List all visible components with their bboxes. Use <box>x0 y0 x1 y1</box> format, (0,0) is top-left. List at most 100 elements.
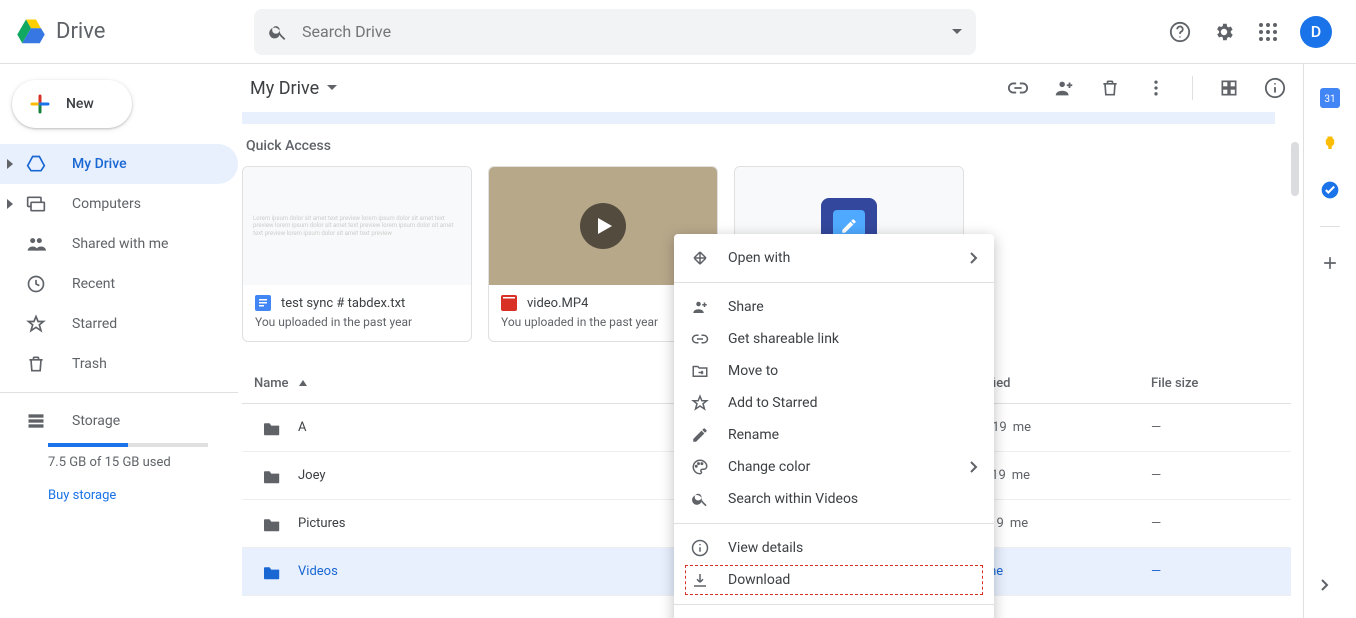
file-size: — <box>1151 516 1291 531</box>
col-name-header[interactable]: Name <box>242 376 741 391</box>
ctx-download[interactable]: Download <box>684 564 984 596</box>
file-size: — <box>1151 564 1291 579</box>
ctx-remove[interactable]: Remove <box>674 613 994 618</box>
file-name: Pictures <box>298 516 345 531</box>
star-icon <box>26 314 46 334</box>
link-icon <box>690 329 710 349</box>
play-icon <box>580 203 626 249</box>
nav-trash[interactable]: Trash <box>0 344 238 384</box>
ctx-search-within[interactable]: Search within Videos <box>674 483 994 515</box>
storage-icon <box>26 411 46 431</box>
folder-icon <box>262 420 282 436</box>
file-name: Joey <box>298 468 326 483</box>
nav-label: Recent <box>72 276 115 292</box>
col-size-header[interactable]: File size <box>1151 376 1291 391</box>
scrollbar[interactable] <box>1291 142 1299 196</box>
settings-icon[interactable] <box>1212 20 1236 44</box>
ctx-view-details[interactable]: View details <box>674 532 994 564</box>
move-to-icon <box>690 361 710 381</box>
file-name: video.MP4 <box>527 296 588 311</box>
more-icon[interactable] <box>1144 76 1168 100</box>
search-dropdown-icon[interactable] <box>952 27 962 37</box>
storage-used-text: 7.5 GB of 15 GB used <box>0 455 238 470</box>
video-file-icon <box>501 295 517 311</box>
nav-storage[interactable]: Storage <box>26 411 218 431</box>
nav-label: Computers <box>72 196 141 212</box>
palette-icon <box>690 457 710 477</box>
ctx-move-to[interactable]: Move to <box>674 355 994 387</box>
nav-label: Shared with me <box>72 236 168 252</box>
new-button[interactable]: New <box>12 80 132 128</box>
header: Drive D <box>0 0 1356 64</box>
nav-my-drive[interactable]: My Drive <box>0 144 238 184</box>
breadcrumb-label: My Drive <box>250 78 319 99</box>
search-input[interactable] <box>302 22 952 41</box>
drive-logo-icon <box>16 17 46 47</box>
computers-icon <box>26 194 46 214</box>
toolbar: My Drive <box>238 64 1303 112</box>
avatar[interactable]: D <box>1300 16 1332 48</box>
share-person-icon[interactable] <box>1052 76 1076 100</box>
ctx-open-with[interactable]: Open with <box>674 242 994 274</box>
nav-recent[interactable]: Recent <box>0 264 238 304</box>
file-name: test sync # tabdex.txt <box>281 296 405 311</box>
ctx-get-link[interactable]: Get shareable link <box>674 323 994 355</box>
link-icon[interactable] <box>1006 76 1030 100</box>
nav-label: My Drive <box>72 156 127 172</box>
folder-icon <box>262 516 282 532</box>
drive-icon <box>26 154 46 174</box>
rename-icon <box>690 425 710 445</box>
new-button-label: New <box>66 96 94 112</box>
chevron-right-icon <box>970 461 978 473</box>
quick-access-title: Quick Access <box>246 138 1291 154</box>
storage-bar <box>48 443 208 447</box>
caret-icon[interactable] <box>6 159 16 169</box>
file-subtitle: You uploaded in the past year <box>243 315 471 341</box>
info-icon[interactable] <box>1263 76 1287 100</box>
ctx-change-color[interactable]: Change color <box>674 451 994 483</box>
info-icon <box>690 538 710 558</box>
nav-starred[interactable]: Starred <box>0 304 238 344</box>
sort-asc-icon <box>297 378 309 390</box>
app-title: Drive <box>56 19 105 44</box>
storage-section: Storage <box>0 401 238 431</box>
search-icon <box>690 489 710 509</box>
keep-icon[interactable] <box>1320 134 1340 154</box>
nav-label: Trash <box>72 356 107 372</box>
file-size: — <box>1151 420 1291 435</box>
trash-icon <box>26 354 46 374</box>
add-panel-icon[interactable] <box>1320 253 1340 273</box>
quick-access-card[interactable]: Lorem ipsum dolor sit amet text preview … <box>242 166 472 342</box>
svg-text:31: 31 <box>1324 94 1335 105</box>
search-icon <box>268 22 288 42</box>
open-with-icon <box>690 248 710 268</box>
chevron-right-icon <box>970 252 978 264</box>
calendar-icon[interactable]: 31 <box>1320 88 1340 108</box>
folder-icon <box>262 468 282 484</box>
share-icon <box>690 297 710 317</box>
star-icon <box>690 393 710 413</box>
buy-storage-link[interactable]: Buy storage <box>0 488 238 503</box>
delete-icon[interactable] <box>1098 76 1122 100</box>
storage-label: Storage <box>72 413 120 429</box>
apps-icon[interactable] <box>1256 20 1280 44</box>
context-menu: Open with Share Get shareable link Move … <box>674 234 994 618</box>
download-icon <box>690 570 710 590</box>
ctx-add-star[interactable]: Add to Starred <box>674 387 994 419</box>
nav-shared-with-me[interactable]: Shared with me <box>0 224 238 264</box>
grid-view-icon[interactable] <box>1217 76 1241 100</box>
nav-computers[interactable]: Computers <box>0 184 238 224</box>
header-right: D <box>1168 16 1340 48</box>
collapse-panel-icon[interactable] <box>1320 578 1340 598</box>
help-icon[interactable] <box>1168 20 1192 44</box>
search-bar[interactable] <box>254 9 976 55</box>
plus-icon <box>28 92 52 116</box>
ctx-rename[interactable]: Rename <box>674 419 994 451</box>
breadcrumb[interactable]: My Drive <box>250 78 337 99</box>
file-name: A <box>298 420 306 435</box>
caret-icon[interactable] <box>6 199 16 209</box>
tasks-icon[interactable] <box>1320 180 1340 200</box>
main: My Drive Quick Access Lorem ipsum dolor … <box>238 64 1304 618</box>
ctx-share[interactable]: Share <box>674 291 994 323</box>
logo-area[interactable]: Drive <box>16 17 254 47</box>
